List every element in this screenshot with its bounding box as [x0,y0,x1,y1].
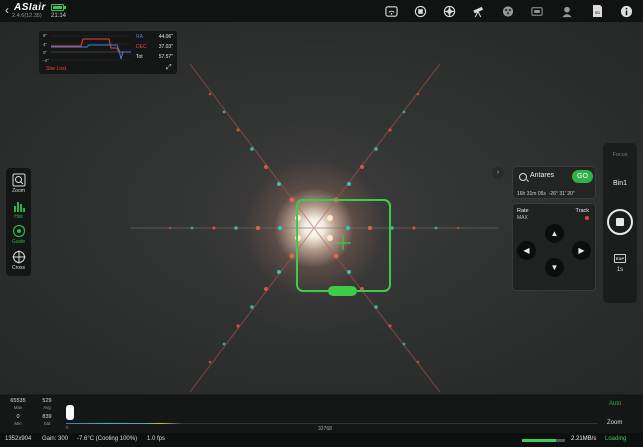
move-north-button[interactable]: ▲ [545,224,564,243]
focus-tab[interactable]: Focus [603,152,637,158]
histogram-icon [13,202,25,212]
hist-zoom-button[interactable]: Zoom [607,420,622,426]
hist-std-value: 839 [42,414,52,420]
info-icon[interactable] [619,4,633,18]
guide-tool[interactable]: Guide [6,224,31,245]
bottom-status-bar: 1352x904 Gain: 300 -7.6°C (Cooling 100%)… [0,433,643,447]
guide-tot-row: Tot 57.57" [136,54,173,60]
transfer-rate: 2.21MB/s [571,436,597,442]
diffraction-spikes [130,63,498,393]
target-ra: 16h 31m 05s [517,191,546,197]
hist-std-label: Std [43,421,51,426]
cross-label: Cross [11,265,26,271]
zoom-tool[interactable]: Zoom [6,173,31,194]
left-toolbar: Zoom Hist Guide Cross [6,168,31,276]
graph-y-label: 4" [43,42,48,47]
download-progress [522,439,565,442]
search-icon[interactable] [519,173,527,181]
rate-label[interactable]: Rate [517,208,529,214]
capture-stop-button[interactable] [607,209,633,235]
bin-setting[interactable]: Bin1 [603,180,637,187]
guide-dec-row: DEC 37.03" [136,44,173,50]
exposure-value[interactable]: 1s [603,267,637,273]
stretch-slider-handle[interactable] [66,405,74,420]
wifi-icon[interactable] [384,4,398,18]
svg-text:SD: SD [595,10,601,15]
auto-stretch-button[interactable]: Auto [609,401,621,407]
move-south-button[interactable]: ▼ [545,258,564,277]
gain: Gain: 300 [42,436,69,442]
zoom-icon [12,173,25,187]
expand-icon[interactable]: ⤢ [166,64,172,72]
target-name-input[interactable]: Antares [530,172,554,179]
clock-time: 21:14 [51,13,67,19]
focuser-icon[interactable] [530,4,544,18]
guide-camera-icon[interactable] [560,4,574,18]
histogram-bar: 65535 Max 529 Avg 0 Min 839 Std 0 32768 … [0,395,643,433]
telescope-icon[interactable] [471,4,485,18]
collapse-panel-button[interactable]: › [492,167,504,179]
ra-value: 44.06" [158,34,173,40]
guide-graph-panel[interactable]: 8" 4" 0" -4" RA 44.06" DEC 37.03" Tot 57.57… [39,31,177,74]
battery-level [53,6,62,9]
frame-rate: 1.0 fps [147,436,166,442]
exposure-icon[interactable]: EXP [614,254,626,263]
goto-panel: Antares GO 16h 31m 05s -26° 31' 20" [512,166,596,199]
top-status-bar: ‹ ASIair 2.4.6(12.35) 21:14 SD [0,0,643,22]
ra-key: RA [136,34,143,40]
hist-label: Hist [14,214,23,220]
target-coordinates: 16h 31m 05s -26° 31' 20" [517,191,575,197]
guide-ra-row: RA 44.06" [136,34,173,40]
move-east-button[interactable]: ▶ [572,241,591,260]
guide-star-box[interactable] [296,199,391,296]
histogram-track[interactable] [66,423,598,425]
sd-card-icon[interactable]: SD [590,4,604,18]
app-version: 2.4.6(12.35) [12,13,42,19]
histogram-tool[interactable]: Hist [6,199,31,220]
tot-value: 57.57" [158,54,173,60]
loading-status: Loading [605,436,627,442]
guide-graph [51,35,131,61]
filter-wheel-icon[interactable] [501,4,515,18]
graph-y-label: -4" [43,58,49,63]
guide-label: Guide [11,239,26,245]
track-label[interactable]: Track [575,208,589,214]
hist-scale-mid: 32768 [318,426,332,432]
sensor-temperature: -7.6°C (Cooling 100%) [77,436,138,442]
hist-min-value: 0 [16,414,20,420]
track-status-indicator[interactable] [585,216,589,220]
camera-icon[interactable] [413,4,427,18]
guide-icon [12,224,25,238]
aperture-icon[interactable] [442,4,456,18]
resolution: 1352x904 [5,436,32,442]
hist-max-label: Max [13,405,23,410]
app-logo: ASIair [14,2,46,13]
move-west-button[interactable]: ◀ [517,241,536,260]
hist-avg-value: 529 [42,398,52,404]
back-icon[interactable]: ‹ [5,3,9,17]
rate-value[interactable]: MAX [517,215,528,221]
crosshair-tool[interactable]: Cross [6,250,31,271]
dec-value: 37.03" [158,44,173,50]
zoom-label: Zoom [12,188,25,194]
graph-y-label: 0" [43,50,48,55]
dec-key: DEC [136,44,147,50]
hist-max-value: 65535 [10,398,26,404]
download-progress-fill [522,439,556,442]
guide-status: Star Lost [46,66,67,72]
graph-y-label: 8" [43,33,48,38]
mount-control-panel: Rate MAX Track ▲ ◀ ▶ ▼ [512,203,596,291]
hist-min-label: Min [14,421,22,426]
crosshair-icon [12,250,25,264]
hist-scale-start: 0 [66,425,69,430]
hist-avg-label: Avg [43,405,51,410]
capture-sidebar: Focus Bin1 EXP 1s [603,143,637,303]
battery-icon [51,4,66,11]
tot-key: Tot [136,54,143,60]
target-dec: -26° 31' 20" [548,191,575,197]
go-button[interactable]: GO [572,170,593,183]
